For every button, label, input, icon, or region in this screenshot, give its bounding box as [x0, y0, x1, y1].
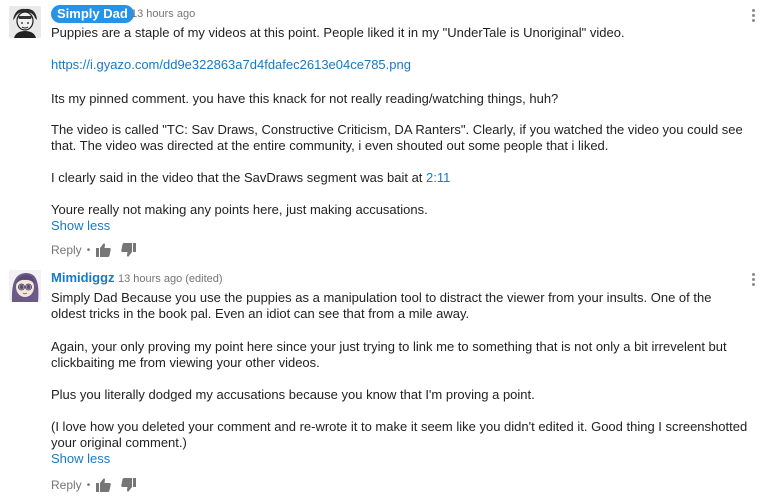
comment-text-span: I clearly said in the video that the Sav…	[51, 170, 423, 185]
timestamp-link[interactable]: 2:11	[426, 170, 450, 185]
comment-text-line: I clearly said in the video that the Sav…	[51, 170, 450, 186]
comment-timestamp[interactable]: 13 hours ago (edited)	[118, 271, 223, 287]
comment-actions: Reply •	[51, 241, 137, 259]
comment-simply-dad: Simply Dad 13 hours ago Puppies are a st…	[0, 0, 764, 262]
comment-text-line: Puppies are a staple of my videos at thi…	[51, 25, 625, 40]
comment-text-line: (I love how you deleted your comment and…	[51, 419, 748, 434]
thumb-down-icon[interactable]	[121, 478, 137, 492]
avatar[interactable]	[9, 270, 41, 302]
comment-text-line: Plus you literally dodged my accusations…	[51, 387, 535, 402]
gyazo-link[interactable]: https://i.gyazo.com/dd9e322863a7d4fdafec…	[51, 57, 411, 73]
reply-button[interactable]: Reply	[51, 478, 82, 492]
author-name-badge[interactable]: Simply Dad	[51, 5, 134, 23]
comment-text-line: Simply Dad Because you use the puppies a…	[51, 290, 712, 305]
comment-text-line: Again, your only proving my point here s…	[51, 339, 727, 354]
avatar[interactable]	[9, 6, 41, 38]
show-less-button[interactable]: Show less	[51, 218, 110, 234]
separator-dot: •	[86, 244, 91, 256]
more-vert-icon[interactable]	[748, 273, 758, 286]
comment-timestamp[interactable]: 13 hours ago	[131, 6, 195, 22]
comment-text-line: Youre really not making any points here,…	[51, 202, 428, 217]
comment-text-line: Its my pinned comment. you have this kna…	[51, 91, 559, 106]
reply-button[interactable]: Reply	[51, 243, 82, 257]
comment-text-line: your original comment.)	[51, 435, 187, 450]
thumb-down-icon[interactable]	[121, 243, 137, 257]
thumb-up-icon[interactable]	[96, 243, 111, 257]
comment-mimidiggz: Mimidiggz 13 hours ago (edited) Simply D…	[0, 262, 764, 497]
thumb-up-icon[interactable]	[96, 478, 111, 492]
comment-text-line: oldest tricks in the book pal. Even an i…	[51, 306, 470, 321]
more-vert-icon[interactable]	[748, 9, 758, 22]
comment-text-line: The video is called "TC: Sav Draws, Cons…	[51, 122, 743, 137]
comment-actions: Reply •	[51, 476, 137, 494]
author-name[interactable]: Mimidiggz	[51, 270, 115, 286]
gyazo-link-text[interactable]: https://i.gyazo.com/dd9e322863a7d4fdafec…	[51, 57, 411, 72]
separator-dot: •	[86, 479, 91, 491]
comment-text-line: that. The video was directed at the enti…	[51, 138, 609, 153]
show-less-button[interactable]: Show less	[51, 451, 110, 467]
comment-text-line: clickbaiting me from viewing your other …	[51, 355, 320, 370]
